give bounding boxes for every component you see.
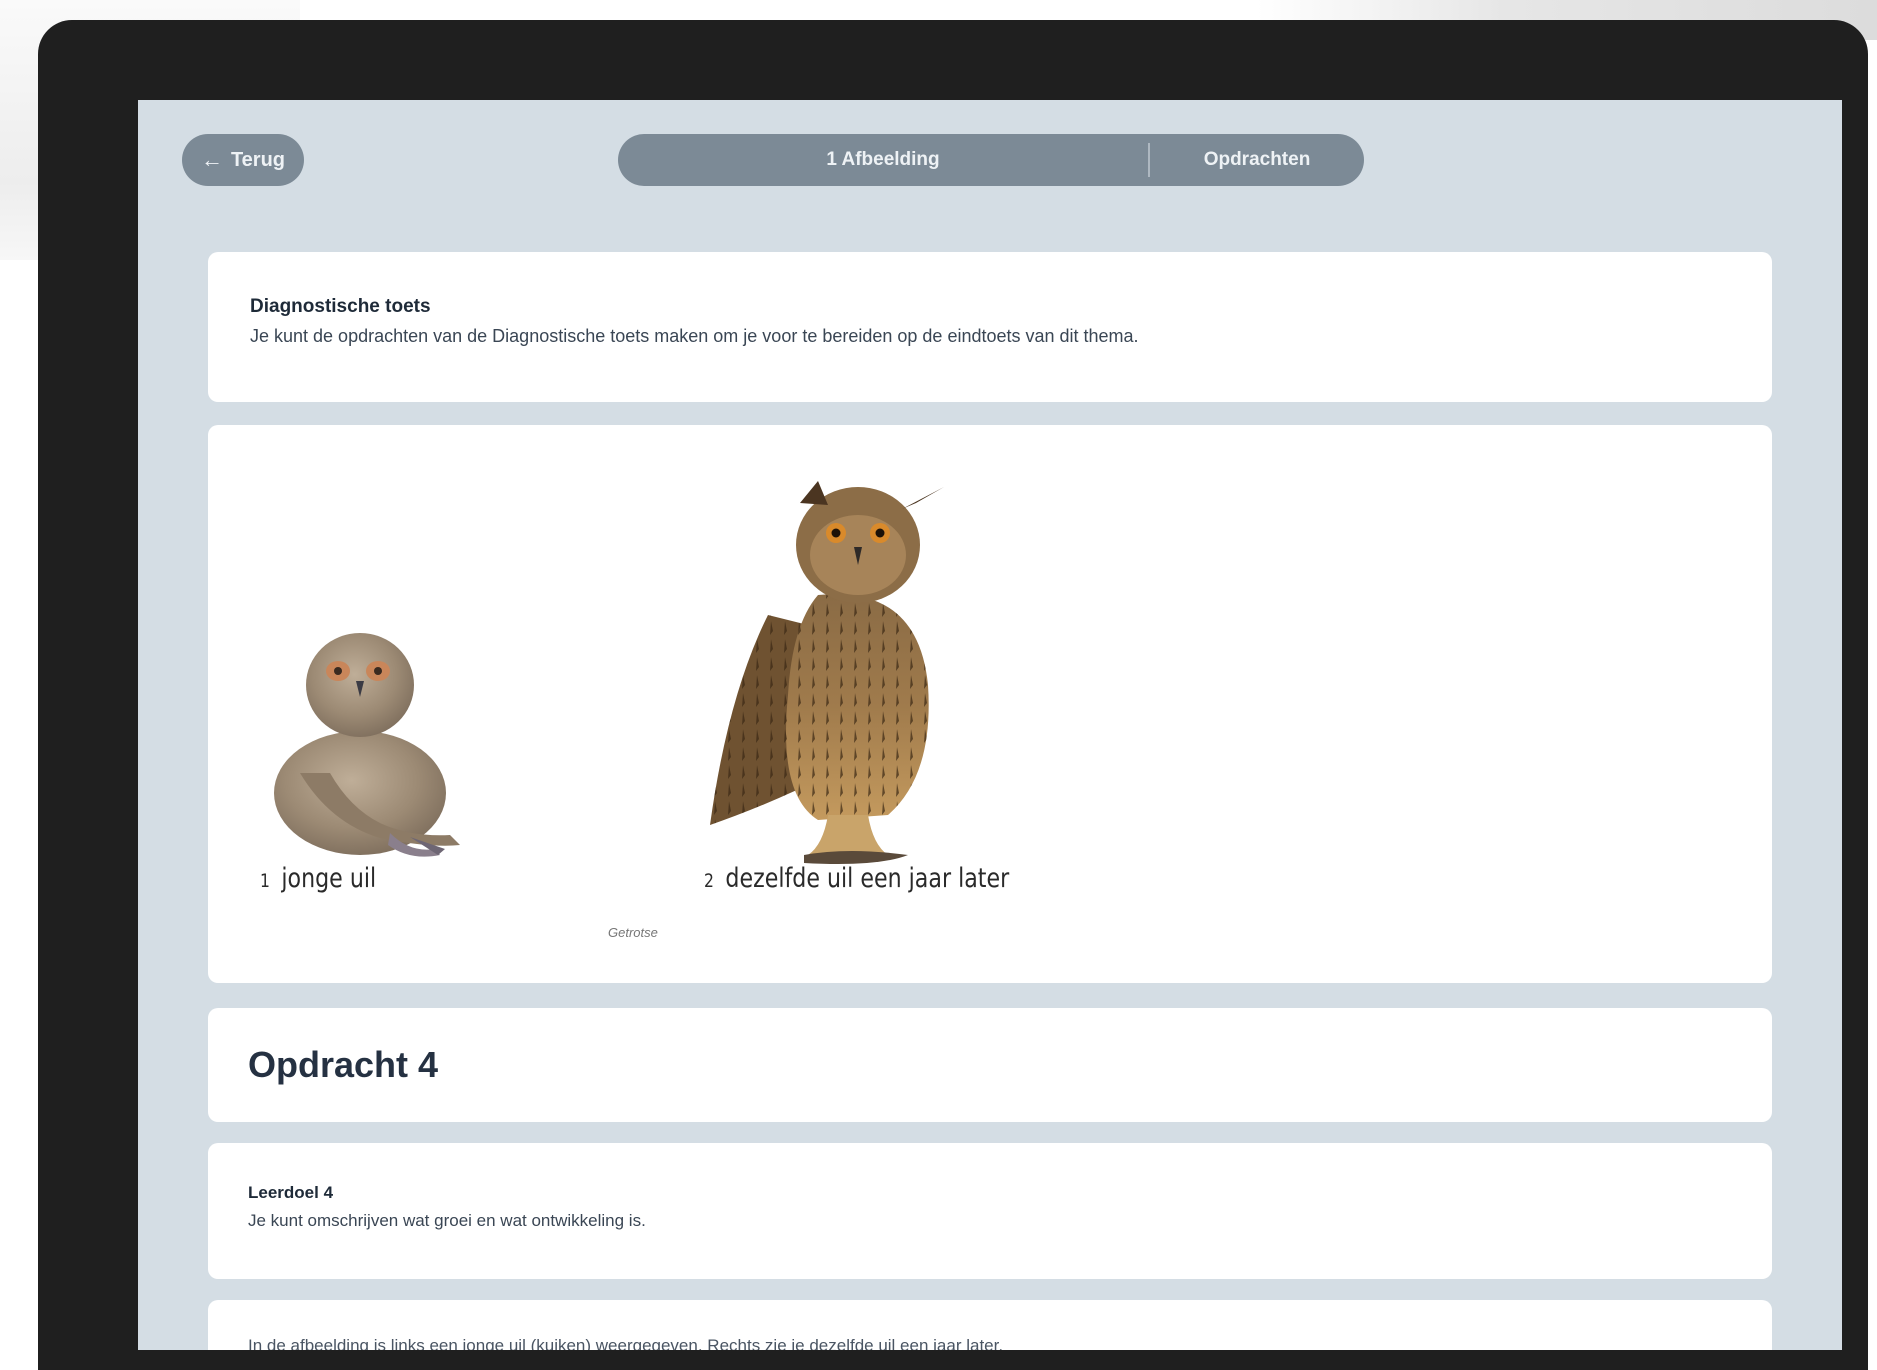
caption-text: jonge uil [281,863,377,894]
question-card: In de afbeelding is links een jonge uil … [208,1300,1772,1350]
caption-number: 1 [260,870,270,892]
tab-afbeelding[interactable]: 1 Afbeelding [618,134,1148,186]
tablet-device: ← Terug 1 Afbeelding Opdrachten Diagnost… [38,20,1868,1370]
tab-label: 1 Afbeelding [826,149,940,170]
intro-title: Diagnostische toets [250,296,431,317]
question-text: In de afbeelding is links een jonge uil … [248,1336,1004,1350]
arrow-left-icon: ← [200,147,223,172]
opdracht-card: Opdracht 4 [208,1008,1772,1122]
opdracht-title: Opdracht 4 [248,1044,439,1085]
app-screen: ← Terug 1 Afbeelding Opdrachten Diagnost… [138,100,1842,1350]
caption-number: 2 [704,870,714,892]
image-credit: Getrotse [608,925,658,940]
tab-bar: 1 Afbeelding Opdrachten [618,134,1364,186]
intro-card: Diagnostische toets Je kunt de opdrachte… [208,252,1772,402]
figure-card: 1 jonge uil 2 dezelfde uil een jaar late… [208,425,1772,983]
leerdoel-title: Leerdoel 4 [248,1183,334,1202]
back-button[interactable]: ← Terug [182,134,304,186]
tab-label: Opdrachten [1203,149,1311,170]
figure-caption: 1 jonge uil [260,863,376,894]
intro-text: Je kunt de opdrachten van de Diagnostisc… [250,326,1139,346]
tab-opdrachten[interactable]: Opdrachten [1150,134,1364,186]
adult-owl-image [710,481,944,864]
leerdoel-card: Leerdoel 4 Je kunt omschrijven wat groei… [208,1143,1772,1279]
figure-caption: 2 dezelfde uil een jaar later [704,863,1009,894]
leerdoel-text: Je kunt omschrijven wat groei en wat ont… [248,1211,646,1230]
caption-text: dezelfde uil een jaar later [725,863,1010,894]
back-button-label: Terug [230,148,286,171]
young-owl-image [274,633,460,857]
